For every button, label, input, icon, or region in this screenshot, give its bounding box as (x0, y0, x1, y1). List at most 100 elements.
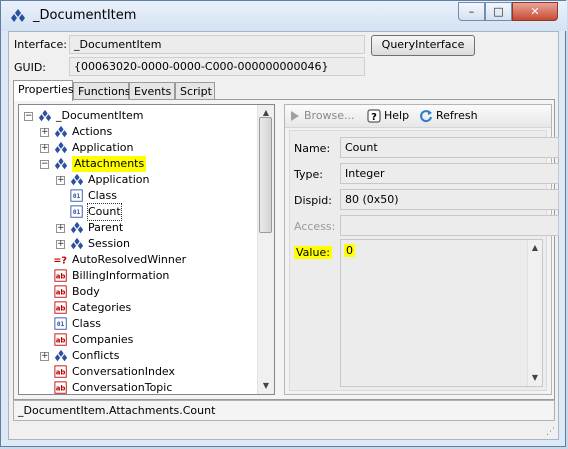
enum-icon: 01 (70, 205, 83, 218)
browse-label: Browse... (304, 109, 355, 122)
tree-item-label: BillingInformation (72, 269, 170, 282)
expand-icon[interactable]: + (56, 240, 65, 249)
tree-item-label: Application (88, 173, 150, 186)
tab-functions[interactable]: Functions (73, 82, 131, 100)
tab-script[interactable]: Script (175, 82, 215, 100)
properties-panel: − _DocumentItem + Actions + Application − Att… (13, 99, 559, 400)
minimize-button[interactable]: – (458, 2, 485, 21)
enum-icon: 01 (54, 317, 67, 330)
svg-text:01: 01 (73, 209, 81, 216)
tree-item-label: Session (88, 237, 130, 250)
interface-icon (70, 173, 84, 186)
scroll-down-icon[interactable]: ▼ (258, 378, 274, 394)
enum-icon: 01 (70, 189, 83, 202)
access-field (340, 215, 559, 236)
bool-icon: =? (54, 256, 67, 267)
type-label: Type: (294, 168, 323, 181)
value-label: Value: (294, 246, 332, 259)
svg-text:ab: ab (56, 369, 66, 377)
access-label: Access: (294, 220, 336, 233)
svg-text:ab: ab (56, 305, 66, 313)
query-interface-button[interactable]: QueryInterface (371, 35, 475, 56)
string-icon: ab (54, 269, 67, 282)
close-button[interactable]: ✕ (512, 2, 558, 21)
resize-grip-icon[interactable]: ⋰ (546, 427, 556, 437)
tree-item-label: AutoResolvedWinner (72, 253, 187, 266)
property-details-pane: Browse... ? Help Refresh Name: Count Typ… (284, 104, 559, 395)
value-editor[interactable]: 0 ▲ ▼ (340, 239, 543, 387)
interface-icon (54, 141, 68, 154)
guid-field: {00063020-0000-0000-C000-000000000046} (69, 57, 365, 76)
string-icon: ab (54, 365, 67, 378)
property-fields: Name: Count Type: Integer Dispid: 80 (0x… (289, 130, 559, 391)
svg-text:ab: ab (56, 385, 66, 393)
collapse-icon[interactable]: − (24, 112, 33, 121)
tree-item-label: Body (72, 285, 100, 298)
svg-text:ab: ab (56, 337, 66, 345)
expand-icon[interactable]: + (40, 128, 49, 137)
dispid-field: 80 (0x50) (340, 189, 559, 210)
window-title: _DocumentItem (33, 8, 137, 23)
scroll-up-icon[interactable]: ▲ (528, 240, 542, 256)
svg-text:ab: ab (56, 273, 66, 281)
tree-item-label: Companies (72, 333, 134, 346)
interface-label: Interface: (14, 38, 67, 51)
tree-item-label: Conflicts (72, 349, 120, 362)
svg-text:01: 01 (73, 193, 81, 200)
tree-item-label: Categories (72, 301, 132, 314)
collapse-icon[interactable]: − (40, 160, 49, 169)
expand-icon[interactable]: + (56, 176, 65, 185)
scroll-down-icon[interactable]: ▼ (528, 370, 542, 386)
tree-item-label: Parent (88, 221, 124, 234)
name-label: Name: (294, 142, 331, 155)
value-text: 0 (344, 244, 355, 257)
interface-icon (70, 237, 84, 250)
expand-icon[interactable]: + (40, 144, 49, 153)
svg-text:?: ? (371, 112, 377, 123)
tree-item-label: Attachments (72, 156, 147, 172)
bottom-bar: ⋰ (9, 421, 558, 439)
refresh-icon (420, 110, 432, 123)
string-icon: ab (54, 381, 67, 394)
string-icon: ab (54, 333, 67, 346)
maximize-button[interactable]: □ (485, 2, 512, 21)
interface-icon (38, 109, 52, 122)
title-bar[interactable]: _DocumentItem – □ ✕ (1, 1, 567, 31)
tree-item-label: ConversationIndex (72, 365, 176, 378)
main-window: _DocumentItem – □ ✕ Interface: _Document… (0, 0, 567, 447)
tree-root-label: _DocumentItem (56, 109, 144, 122)
arrow-right-icon (291, 111, 299, 121)
value-scrollbar[interactable]: ▲ ▼ (527, 240, 542, 386)
refresh-label: Refresh (436, 109, 478, 122)
name-field: Count (340, 137, 559, 158)
svg-text:=?: =? (54, 256, 67, 267)
tree-item-label: ConversationTopic (72, 381, 173, 394)
status-path: _DocumentItem.Attachments.Count (13, 400, 555, 421)
string-icon: ab (54, 301, 67, 314)
tree-item-label: Count (87, 203, 122, 221)
tree-item-label: Class (88, 189, 117, 202)
type-field: Integer (340, 163, 559, 184)
string-icon: ab (54, 285, 67, 298)
expand-icon[interactable]: + (40, 352, 49, 361)
client-area: Interface: _DocumentItem GUID: {00063020… (8, 31, 559, 440)
interface-icon (54, 157, 68, 170)
interface-icon (54, 349, 68, 362)
help-icon: ? (367, 109, 381, 123)
svg-text:ab: ab (56, 289, 66, 297)
tree-item-label: Application (72, 141, 134, 154)
scroll-thumb[interactable] (259, 117, 272, 233)
tree-item-label: Actions (72, 125, 113, 138)
help-label: Help (384, 109, 410, 122)
svg-text:01: 01 (57, 321, 65, 328)
tab-properties[interactable]: Properties (13, 80, 74, 101)
tree-scrollbar[interactable]: ▲ ▼ (257, 105, 274, 394)
member-tree[interactable]: − _DocumentItem + Actions + Application − Att… (18, 104, 275, 395)
interface-icon (70, 221, 84, 234)
interface-field: _DocumentItem (69, 35, 365, 54)
interface-icon (54, 125, 68, 138)
guid-label: GUID: (14, 61, 46, 74)
tab-events[interactable]: Events (129, 82, 175, 100)
expand-icon[interactable]: + (56, 224, 65, 233)
dispid-label: Dispid: (294, 194, 332, 207)
